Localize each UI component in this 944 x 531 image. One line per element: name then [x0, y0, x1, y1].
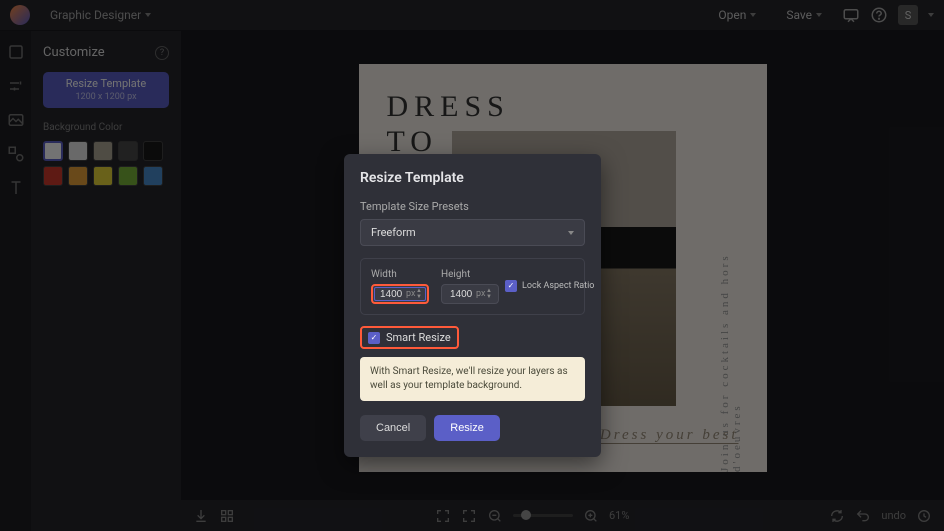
checkbox-checked-icon: ✓ — [505, 280, 517, 292]
smart-resize-toggle[interactable]: ✓ Smart Resize — [360, 326, 459, 349]
preset-select[interactable]: Freeform — [360, 219, 585, 246]
lock-label: Lock Aspect Ratio — [522, 281, 594, 291]
width-input[interactable]: px ▲ ▼ — [371, 284, 429, 304]
resize-button[interactable]: Resize — [434, 415, 500, 441]
preset-value: Freeform — [371, 226, 416, 239]
lock-aspect-toggle[interactable]: ✓ Lock Aspect Ratio — [505, 280, 594, 292]
modal-title: Resize Template — [360, 170, 585, 186]
modal-actions: Cancel Resize — [360, 415, 585, 441]
height-input[interactable]: px ▲ ▼ — [441, 284, 499, 304]
presets-label: Template Size Presets — [360, 200, 585, 213]
width-label: Width — [371, 269, 429, 280]
chevron-down-icon — [568, 231, 574, 235]
width-unit: px — [406, 289, 415, 299]
height-unit: px — [476, 289, 485, 299]
height-label: Height — [441, 269, 499, 280]
smart-resize-label: Smart Resize — [386, 331, 451, 344]
resize-modal: Resize Template Template Size Presets Fr… — [344, 154, 601, 457]
cancel-button[interactable]: Cancel — [360, 415, 426, 441]
width-value[interactable] — [380, 289, 406, 300]
height-value[interactable] — [450, 289, 476, 300]
step-down-icon[interactable]: ▼ — [416, 294, 424, 300]
step-down-icon[interactable]: ▼ — [486, 294, 494, 300]
checkbox-checked-icon: ✓ — [368, 332, 380, 344]
width-stepper[interactable]: ▲ ▼ — [416, 288, 424, 300]
dimensions-box: Width px ▲ ▼ Height px — [360, 258, 585, 315]
height-stepper[interactable]: ▲ ▼ — [486, 288, 494, 300]
smart-resize-info: With Smart Resize, we'll resize your lay… — [360, 357, 585, 401]
